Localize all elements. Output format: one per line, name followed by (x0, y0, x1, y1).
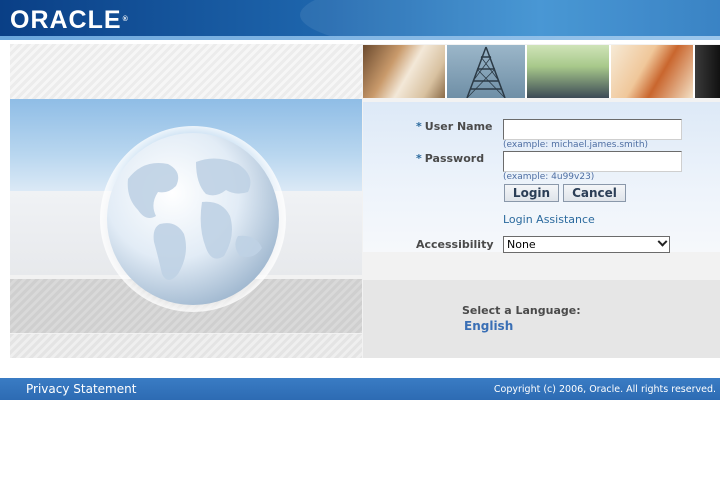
footer-bar: Privacy Statement Copyright (c) 2006, Or… (0, 378, 720, 400)
header-swoosh (300, 0, 720, 40)
language-option-english[interactable]: English (464, 319, 513, 333)
left-decor-top (10, 44, 362, 99)
password-input[interactable] (503, 151, 682, 172)
accessibility-select-value: None (507, 238, 536, 251)
accessibility-label: Accessibility (416, 238, 494, 251)
logo-registered-mark: ® (122, 16, 129, 23)
photo-person-2 (527, 45, 609, 98)
accessibility-select[interactable]: None (503, 236, 670, 253)
globe-image (100, 126, 286, 312)
cancel-button[interactable]: Cancel (563, 184, 626, 202)
password-label: * Password (416, 152, 484, 165)
login-button[interactable]: Login (504, 184, 559, 202)
username-input[interactable] (503, 119, 682, 140)
logo-text: ORACLE (10, 6, 122, 34)
password-label-text: Password (424, 152, 485, 165)
username-hint: (example: michael.james.smith) (503, 140, 649, 150)
username-label: * User Name (416, 120, 493, 133)
username-label-text: User Name (424, 120, 493, 133)
panel-gap (363, 252, 720, 280)
language-title: Select a Language: (462, 304, 581, 317)
tower-graphic (466, 46, 506, 98)
privacy-statement-link[interactable]: Privacy Statement (26, 382, 136, 396)
chevron-down-icon (657, 236, 668, 247)
photo-person-3 (611, 45, 693, 98)
login-assistance-link[interactable]: Login Assistance (503, 213, 595, 226)
photo-person-1 (363, 45, 445, 98)
required-marker: * (416, 152, 422, 165)
required-marker: * (416, 120, 422, 133)
language-panel (363, 280, 720, 358)
left-decor-bottom (10, 334, 362, 358)
photo-edge (695, 45, 720, 98)
header-bar: ORACLE® (0, 0, 720, 40)
oracle-logo: ORACLE® (10, 7, 129, 33)
password-hint: (example: 4u99v23) (503, 172, 595, 182)
copyright-text: Copyright (c) 2006, Oracle. All rights r… (493, 384, 716, 395)
photo-tower (447, 45, 525, 98)
photo-strip (363, 45, 720, 98)
